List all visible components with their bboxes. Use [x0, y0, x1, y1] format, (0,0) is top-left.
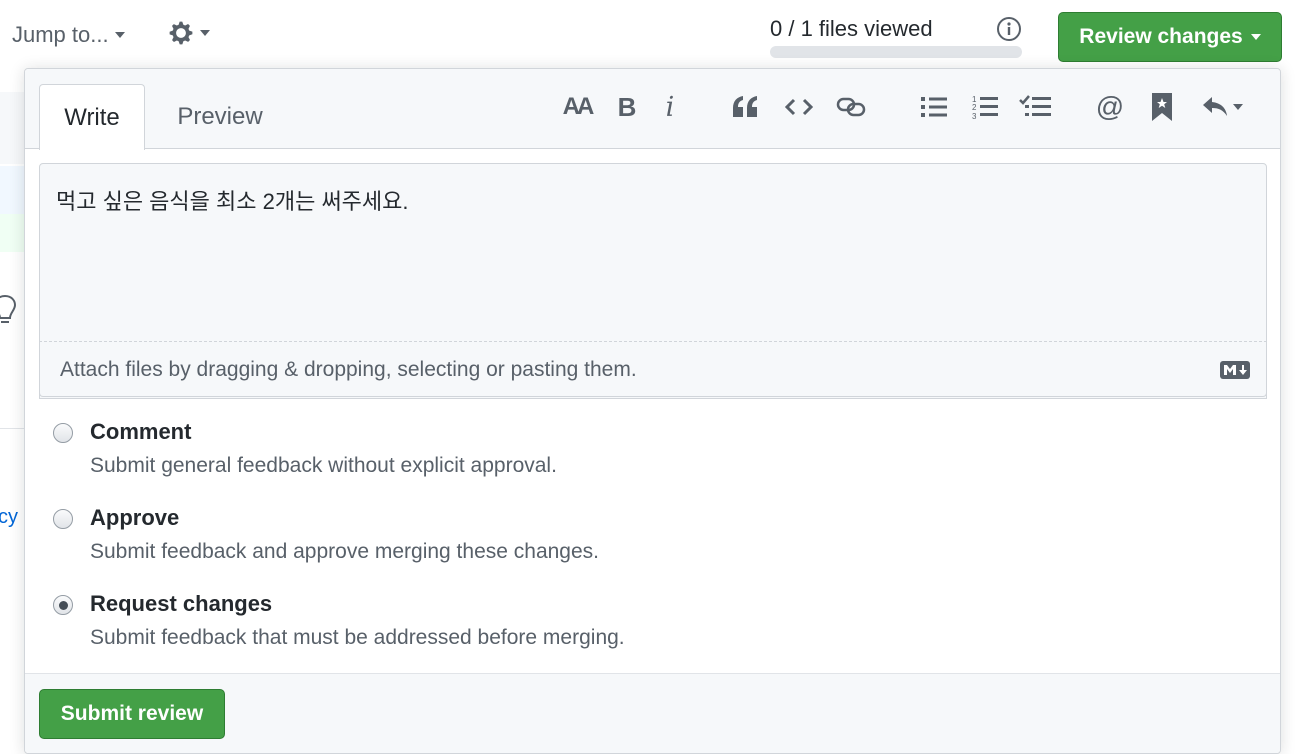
code-glyph — [785, 98, 813, 116]
bold-icon[interactable]: B — [611, 89, 643, 125]
divider — [0, 428, 24, 429]
link-glyph — [836, 97, 866, 117]
option-title: Comment — [90, 419, 192, 444]
background-fragment — [0, 92, 24, 164]
chevron-down-icon — [114, 32, 125, 38]
review-panel: Write Preview AA B i 123 @ 먹고 싶은 음식을 최소 … — [24, 68, 1281, 754]
settings-menu[interactable] — [168, 20, 210, 46]
files-viewed-progress — [770, 46, 1022, 58]
files-viewed-count: 0 / 1 files viewed — [770, 16, 933, 41]
tab-preview[interactable]: Preview — [155, 84, 285, 150]
request-changes-radio[interactable] — [53, 595, 73, 615]
jump-to-menu[interactable]: Jump to... — [12, 22, 125, 48]
comment-text: 먹고 싶은 음식을 최소 2개는 써주세요. — [56, 189, 409, 214]
mention-icon[interactable]: @ — [1093, 89, 1127, 125]
bulleted-list-icon[interactable] — [917, 89, 951, 125]
chevron-down-icon — [1233, 104, 1243, 110]
svg-text:3: 3 — [972, 112, 977, 120]
quote-icon[interactable] — [727, 89, 763, 125]
review-changes-label: Review changes — [1079, 25, 1243, 48]
saved-replies-icon[interactable] — [1197, 89, 1247, 125]
jump-to-label: Jump to... — [12, 22, 109, 47]
option-description: Submit feedback and approve merging thes… — [90, 540, 599, 563]
bullet-list-glyph — [921, 97, 947, 117]
quote-glyph — [733, 96, 757, 117]
task-list-glyph — [1019, 95, 1051, 116]
attach-files-text: Attach files by dragging & dropping, sel… — [60, 358, 637, 381]
option-description: Submit general feedback without explicit… — [90, 454, 557, 477]
option-title: Request changes — [90, 591, 273, 616]
comment-radio[interactable] — [53, 423, 73, 443]
reference-icon[interactable] — [1147, 89, 1177, 125]
task-list-icon[interactable] — [1017, 89, 1053, 125]
chevron-down-icon — [200, 30, 210, 36]
background-fragment — [0, 166, 24, 214]
numbered-list-icon[interactable]: 123 — [968, 89, 1002, 125]
option-title: Approve — [90, 505, 180, 530]
markdown-icon[interactable] — [1220, 361, 1250, 379]
submit-review-button[interactable]: Submit review — [39, 689, 225, 739]
approve-radio[interactable] — [53, 509, 73, 529]
bookmark-glyph — [1152, 93, 1172, 121]
editor-tabbar: Write Preview AA B i 123 @ — [25, 69, 1280, 150]
reply-glyph — [1203, 97, 1227, 116]
svg-text:2: 2 — [972, 103, 977, 112]
attach-files-bar[interactable]: Attach files by dragging & dropping, sel… — [39, 341, 1267, 397]
review-footer: Submit review — [25, 673, 1280, 753]
lightbulb-icon — [0, 294, 16, 323]
heading-icon[interactable]: AA — [557, 89, 597, 125]
background-fragment — [0, 214, 24, 252]
link-icon[interactable] — [833, 89, 869, 125]
numbered-list-glyph: 123 — [972, 95, 998, 120]
option-description: Submit feedback that must be addressed b… — [90, 626, 625, 649]
tab-write[interactable]: Write — [39, 84, 145, 150]
background-link[interactable]: cy — [0, 506, 18, 529]
chevron-down-icon — [1250, 34, 1261, 40]
info-icon[interactable] — [996, 16, 1022, 42]
italic-icon[interactable]: i — [657, 89, 683, 125]
gear-icon — [169, 21, 193, 45]
review-changes-button[interactable]: Review changes — [1058, 12, 1282, 62]
code-icon[interactable] — [782, 89, 816, 125]
